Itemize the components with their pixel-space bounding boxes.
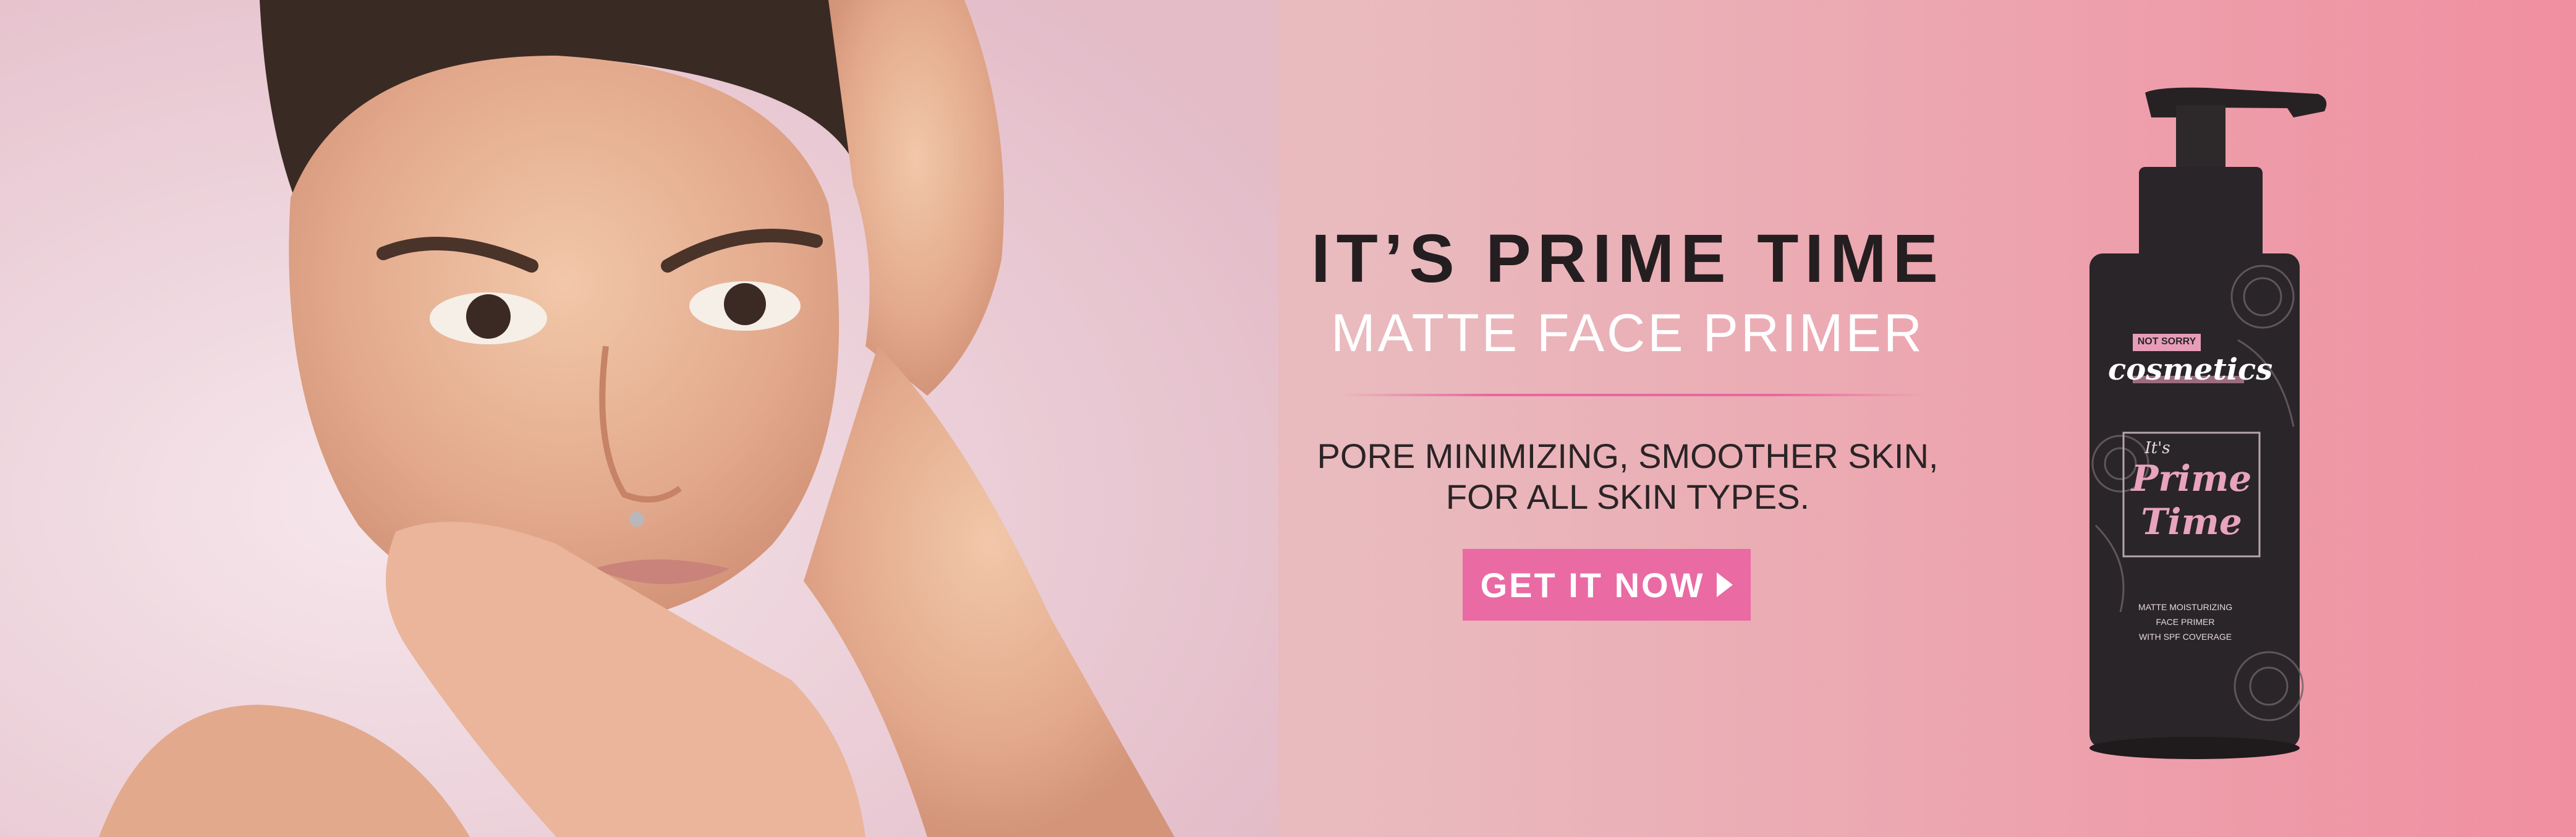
detail-line-2: FACE PRIMER: [2156, 617, 2215, 627]
detail-line-1: MATTE MOISTURIZING: [2138, 602, 2233, 612]
get-it-now-button[interactable]: GET IT NOW: [1463, 549, 1751, 621]
product-script-line1: Prime: [2131, 457, 2252, 499]
brand-name: cosmetics: [2108, 352, 2273, 387]
cta-label: GET IT NOW: [1480, 565, 1705, 605]
model-illustration: [0, 0, 1278, 837]
product-details: MATTE MOISTURIZING FACE PRIMER WITH SPF …: [2108, 600, 2263, 644]
model-photo: [0, 0, 1278, 837]
detail-line-3: WITH SPF COVERAGE: [2138, 632, 2232, 642]
bottle-illustration: [2089, 87, 2327, 759]
description: PORE MINIMIZING, SMOOTHER SKIN, FOR ALL …: [1278, 436, 1977, 517]
product-script-small: It's: [2145, 439, 2170, 457]
product-script-line2: Time: [2141, 501, 2242, 543]
promo-copy: IT’S PRIME TIME MATTE FACE PRIMER PORE M…: [1278, 0, 1977, 837]
description-line-1: PORE MINIMIZING, SMOOTHER SKIN,: [1317, 436, 1939, 475]
play-arrow-icon: [1717, 572, 1733, 597]
headline: IT’S PRIME TIME: [1311, 221, 1944, 297]
product-bottle: NOT SORRY cosmetics It's Prime Time MATT…: [2083, 80, 2343, 767]
description-line-2: FOR ALL SKIN TYPES.: [1445, 477, 1810, 516]
subheadline: MATTE FACE PRIMER: [1331, 304, 1924, 363]
brand-tag: NOT SORRY: [2137, 336, 2196, 347]
hero-banner: IT’S PRIME TIME MATTE FACE PRIMER PORE M…: [0, 0, 2576, 837]
divider: [1343, 394, 1924, 396]
